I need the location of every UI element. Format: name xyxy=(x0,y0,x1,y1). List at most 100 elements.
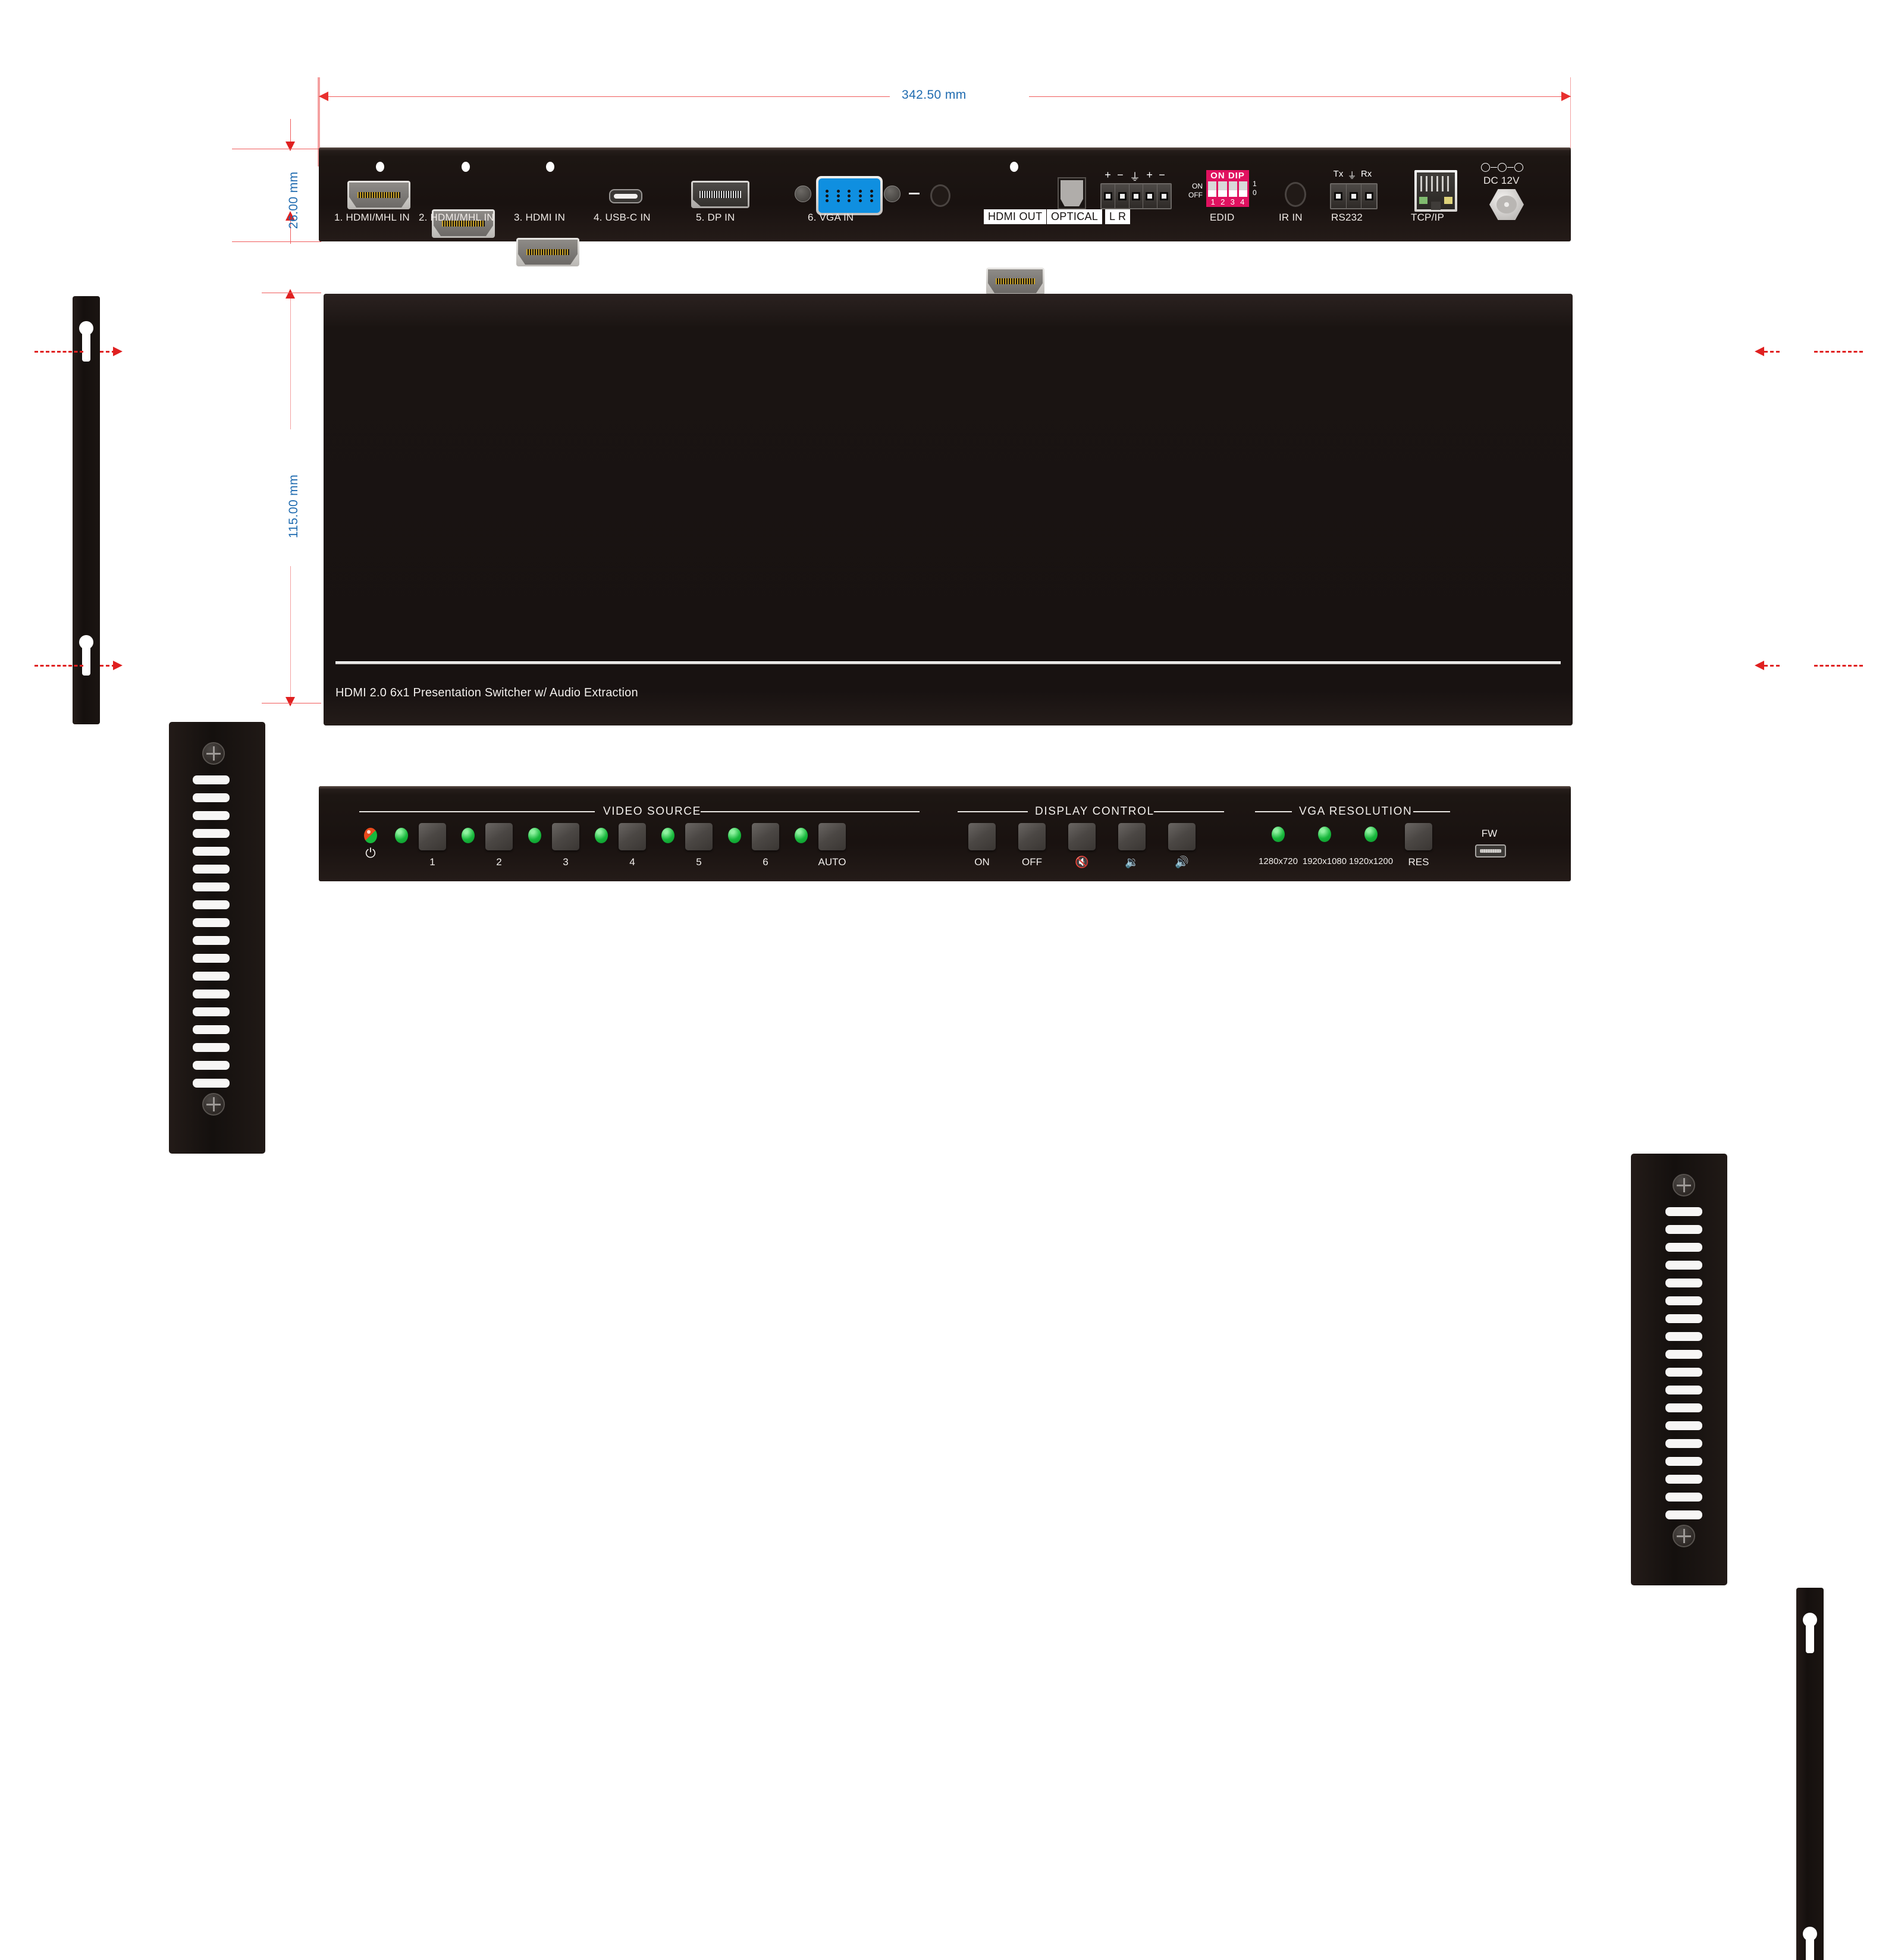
depth-ext-bottom xyxy=(232,241,321,242)
video-source-button-5[interactable] xyxy=(685,823,713,850)
audio-sym-4: + xyxy=(1146,169,1153,181)
video-source-button-2-label: 2 xyxy=(496,856,502,868)
edid-right-low: 0 xyxy=(1253,189,1257,197)
port-hdmi-out[interactable] xyxy=(986,268,1044,295)
vent-slot xyxy=(1665,1368,1702,1377)
video-source-button-1-label: 1 xyxy=(429,856,435,868)
vga-resolution-button-res-label: RES xyxy=(1408,856,1429,868)
port-hdmi-out-label: HDMI OUT xyxy=(984,209,1047,224)
display-control-group-line-left xyxy=(958,811,1028,812)
front-face: HDMI 2.0 6x1 Presentation Switcher w/ Au… xyxy=(324,294,1573,725)
video-source-button-2[interactable] xyxy=(485,823,513,850)
side-panel-left-screw-bottom xyxy=(202,1093,225,1116)
port-vga[interactable] xyxy=(816,176,883,215)
audio-jack-left[interactable] xyxy=(930,184,950,207)
vga-pin-row-2 xyxy=(821,194,877,197)
port-hdmi-3[interactable] xyxy=(516,238,579,266)
vent-slot xyxy=(193,972,230,981)
port-dc-power-barrel xyxy=(1496,195,1517,214)
video-source-button-6-label: 6 xyxy=(763,856,768,868)
bracket-right-centerline-top-inner xyxy=(1764,351,1780,353)
side-panel-right-screw-bottom xyxy=(1673,1525,1695,1547)
firmware-port[interactable] xyxy=(1475,844,1506,857)
video-source-button-3[interactable] xyxy=(552,823,579,850)
vga-resolution-button-res[interactable] xyxy=(1405,823,1432,850)
vent-slot xyxy=(1665,1332,1702,1341)
video-source-button-1[interactable] xyxy=(419,823,446,850)
port-displayport-pins xyxy=(699,191,741,198)
display-control-button-off-label: OFF xyxy=(1022,856,1042,868)
width-dimension-line-left xyxy=(319,96,890,97)
video-source-button-4[interactable] xyxy=(619,823,646,850)
display-control-button-volume-up[interactable] xyxy=(1168,823,1196,850)
tcp-ip-led-green xyxy=(1419,196,1427,205)
audio-sym-1: + xyxy=(1105,169,1111,181)
display-control-button-mute[interactable] xyxy=(1068,823,1096,850)
dc-positive-icon xyxy=(1514,163,1523,172)
display-control-group-label: DISPLAY CONTROL xyxy=(1035,805,1154,818)
vent-slot xyxy=(1665,1207,1702,1216)
port-displayport[interactable] xyxy=(691,181,749,208)
vent-slot xyxy=(1665,1439,1702,1448)
display-control-button-on[interactable] xyxy=(968,823,996,850)
port-tcp-ip-tab xyxy=(1431,202,1441,210)
vga-pin-row-3 xyxy=(821,199,877,202)
port-optical[interactable] xyxy=(1058,177,1086,209)
height-ext-bottom xyxy=(290,566,291,703)
port-hdmi-1-label: 1. HDMI/MHL IN xyxy=(334,212,410,223)
bracket-left-keyhole-top-slot xyxy=(82,328,90,362)
side-panel-left xyxy=(169,722,265,1154)
port-usb-c-label: 4. USB-C IN xyxy=(594,212,651,223)
audio-sym-ground: ⏚ xyxy=(1129,171,1140,183)
audio-terminal-pin-2 xyxy=(1115,184,1130,208)
port-usb-c[interactable] xyxy=(609,189,642,203)
edid-dip-levers[interactable] xyxy=(1208,180,1247,198)
vent-slot xyxy=(1665,1225,1702,1234)
edid-lever-4[interactable] xyxy=(1238,181,1247,197)
port-rs232[interactable] xyxy=(1330,183,1378,209)
display-control-button-off[interactable] xyxy=(1018,823,1046,850)
edid-lever-1[interactable] xyxy=(1208,181,1217,197)
vent-slot xyxy=(1665,1457,1702,1466)
panel-dash-mark xyxy=(909,193,920,194)
width-arrow-left xyxy=(319,92,328,101)
edid-lever-2[interactable] xyxy=(1218,181,1227,197)
port-audio-terminal[interactable] xyxy=(1100,183,1172,209)
port-tcp-ip-cavity xyxy=(1417,172,1455,210)
video-source-button-auto[interactable] xyxy=(818,823,846,850)
firmware-port-slot xyxy=(1480,849,1501,853)
firmware-port-label: FW xyxy=(1481,828,1498,839)
bracket-right-centerline-bottom-inner xyxy=(1764,665,1780,667)
port-vga-cavity xyxy=(818,178,880,213)
edid-dip-numbers: 1 2 3 4 xyxy=(1208,198,1247,206)
port-displayport-cavity xyxy=(693,183,748,206)
bracket-right-keyhole-bottom-slot xyxy=(1806,1934,1814,1960)
side-panel-left-screw-top xyxy=(202,742,225,765)
video-source-led-4 xyxy=(595,828,608,843)
port-dc-power[interactable] xyxy=(1489,189,1524,220)
tcp-ip-led-amber xyxy=(1444,196,1453,205)
vga-resolution-led-1280x720 xyxy=(1272,827,1285,842)
port-optical-cavity xyxy=(1061,180,1083,206)
port-ir-in[interactable] xyxy=(1285,182,1306,207)
vent-slot xyxy=(1665,1475,1702,1484)
dc-negative-icon xyxy=(1481,163,1490,172)
vent-slot xyxy=(193,954,230,963)
dc-voltage-label: DC 12V xyxy=(1483,175,1520,186)
side-panel-right xyxy=(1631,1154,1727,1585)
video-source-button-6[interactable] xyxy=(752,823,779,850)
port-hdmi-1-cavity xyxy=(349,183,409,208)
port-tcp-ip[interactable] xyxy=(1414,170,1457,212)
edid-title-on: ON xyxy=(1210,171,1225,181)
audio-terminal-symbols: + − ⏚ + − xyxy=(1102,169,1168,184)
display-control-button-volume-down[interactable] xyxy=(1118,823,1146,850)
vent-slot xyxy=(1665,1493,1702,1502)
bracket-right-arrow-bottom xyxy=(1755,661,1764,670)
vent-slot xyxy=(193,1007,230,1016)
port-hdmi-1[interactable] xyxy=(347,181,410,209)
vent-slot xyxy=(1665,1261,1702,1270)
vent-slot xyxy=(193,1025,230,1034)
edid-lever-3[interactable] xyxy=(1228,181,1237,197)
edid-dip-switch[interactable]: ON DIP 1 2 3 4 xyxy=(1206,170,1249,207)
port-tcp-ip-label: TCP/IP xyxy=(1411,212,1444,223)
